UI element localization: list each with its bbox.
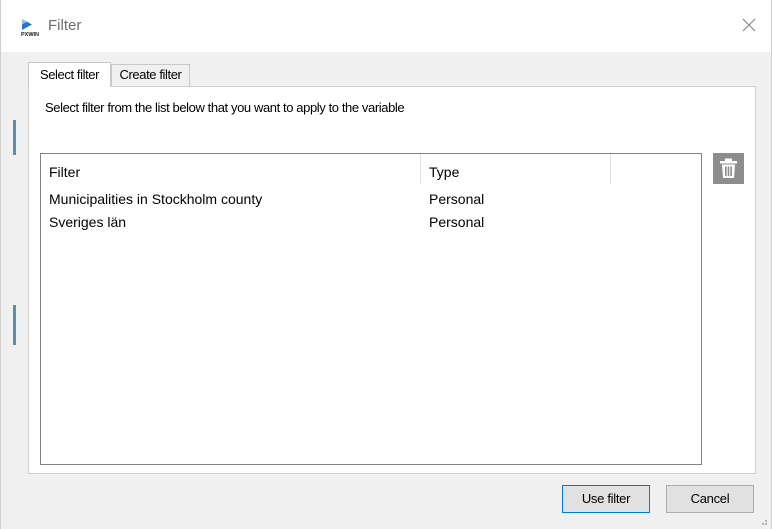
background-window-edge <box>13 305 16 345</box>
filter-type: Personal <box>429 214 485 230</box>
filter-list[interactable]: Filter Type Municipalities in Stockholm … <box>40 153 702 465</box>
delete-filter-button[interactable] <box>713 153 744 184</box>
use-filter-button[interactable]: Use filter <box>562 485 650 513</box>
filter-name: Municipalities in Stockholm county <box>49 191 263 207</box>
trash-icon <box>720 158 737 178</box>
column-divider[interactable] <box>420 154 421 184</box>
background-window-edge <box>13 120 16 155</box>
cancel-button[interactable]: Cancel <box>666 485 754 513</box>
close-icon <box>742 18 756 32</box>
title-bar[interactable]: PXWIN Filter <box>1 0 771 52</box>
select-filter-panel: Select filter from the list below that y… <box>28 86 756 474</box>
resize-grip-icon[interactable] <box>758 516 768 526</box>
tab-select-filter[interactable]: Select filter <box>28 62 111 87</box>
close-button[interactable] <box>737 13 761 37</box>
tab-create-filter[interactable]: Create filter <box>111 64 190 86</box>
column-divider[interactable] <box>610 154 611 184</box>
svg-text:PXWIN: PXWIN <box>21 32 39 37</box>
list-item[interactable]: Sveriges län Personal <box>41 211 701 233</box>
filter-name: Sveriges län <box>49 214 127 230</box>
filter-dialog: PXWIN Filter Select filter Create filter… <box>0 0 772 529</box>
list-item[interactable]: Municipalities in Stockholm county Perso… <box>41 188 701 210</box>
instruction-text: Select filter from the list below that y… <box>45 100 405 115</box>
pxwin-logo-icon: PXWIN <box>21 19 39 37</box>
dialog-title: Filter <box>48 17 82 34</box>
column-header-filter[interactable]: Filter <box>49 154 80 184</box>
filter-type: Personal <box>429 191 485 207</box>
column-header-type[interactable]: Type <box>429 154 459 184</box>
